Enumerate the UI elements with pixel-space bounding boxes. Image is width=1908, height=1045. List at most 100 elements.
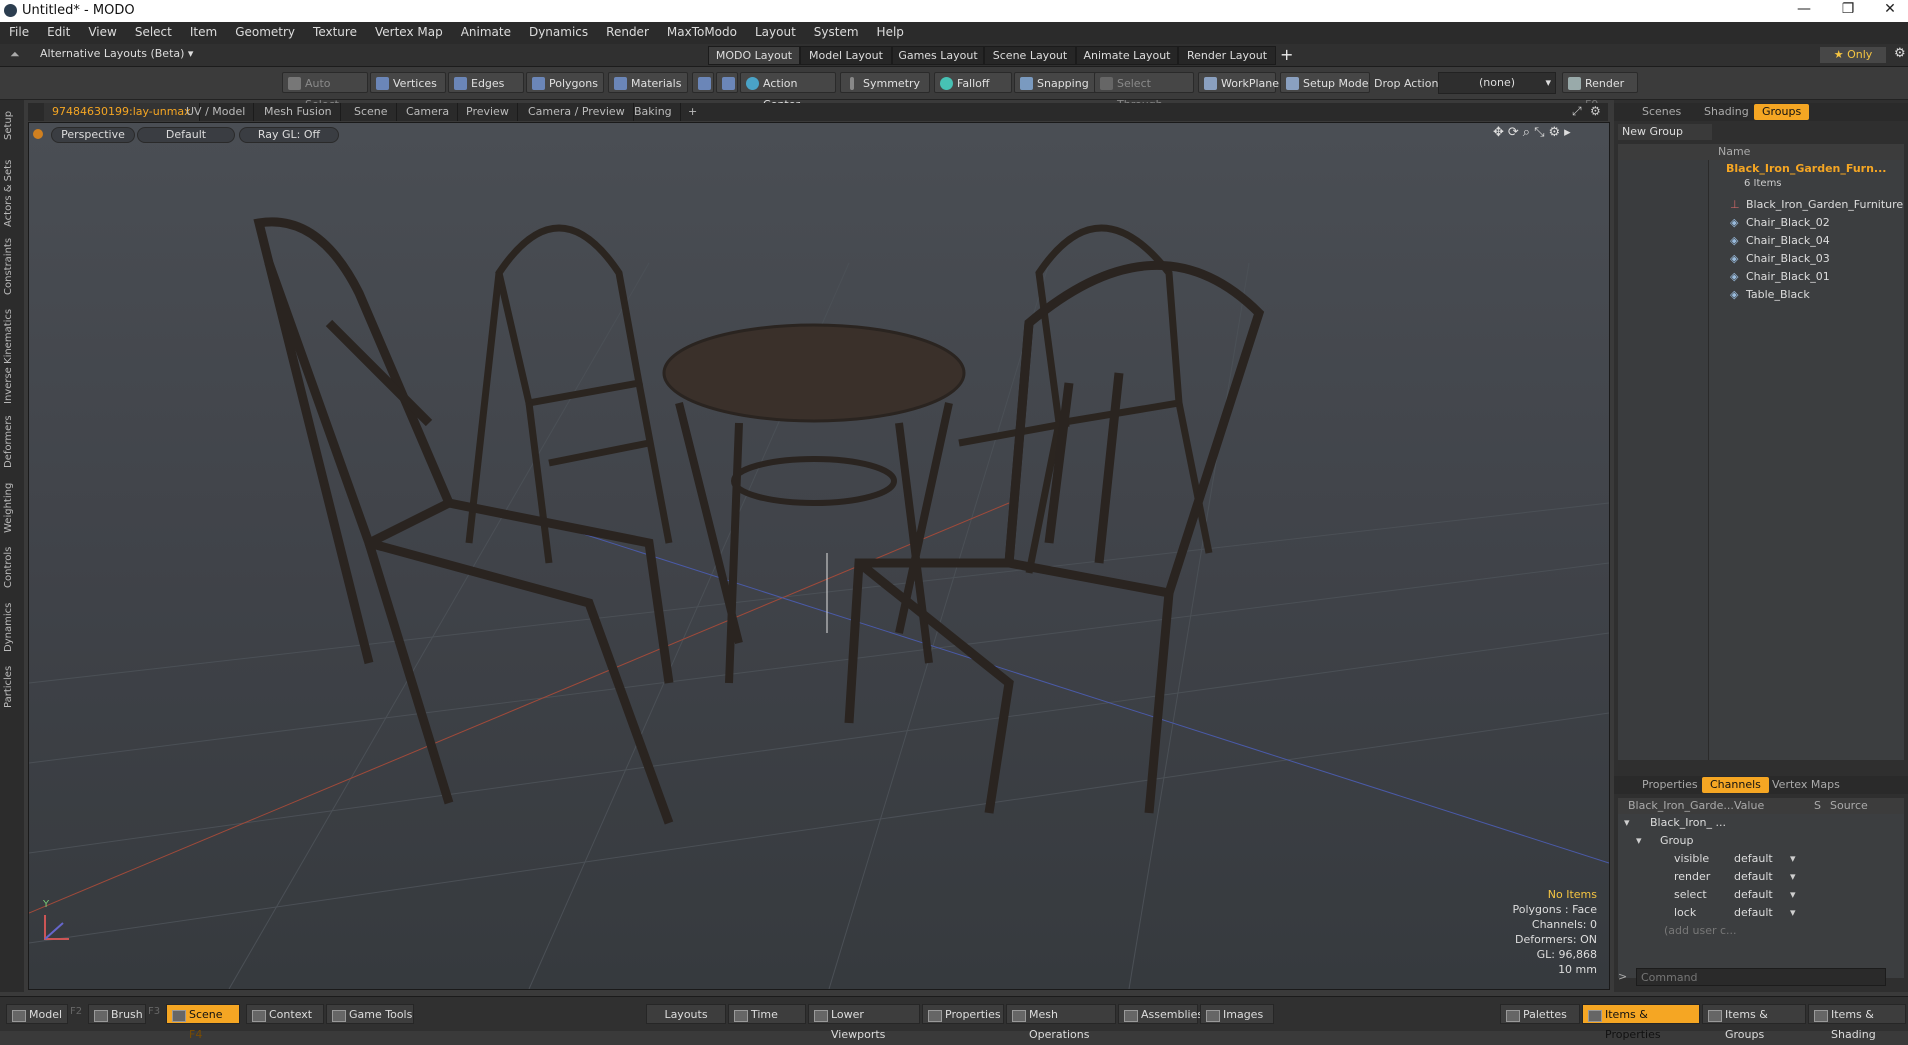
lower-viewports-button[interactable]: Lower Viewports — [808, 1004, 920, 1041]
layouts-button[interactable]: Layouts — [646, 1004, 726, 1024]
vtab-particles[interactable]: Particles — [3, 660, 21, 714]
tab-mesh-fusion[interactable]: Mesh Fusion — [256, 103, 341, 121]
render-button[interactable]: Render F9 — [1562, 72, 1638, 111]
auto-select-button[interactable]: Auto Select — [282, 72, 368, 111]
model-button[interactable]: Model — [6, 1004, 68, 1024]
command-input[interactable] — [1636, 968, 1886, 986]
maximize-viewport-icon[interactable]: ⤢ — [1572, 104, 1582, 119]
items-groups-button[interactable]: Items & Groups — [1702, 1004, 1806, 1041]
tab-camera[interactable]: Camera — [398, 103, 459, 121]
restore-icon[interactable]: ❐ — [1826, 1, 1870, 17]
menu-system[interactable]: System — [805, 22, 868, 39]
symmetry-button[interactable]: Symmetry — [840, 72, 930, 93]
tab-properties[interactable]: Properties — [1634, 777, 1706, 793]
tab-groups[interactable]: Groups — [1754, 104, 1810, 120]
add-viewport-tab-button[interactable]: + — [680, 103, 705, 121]
setup-mode-button[interactable]: Setup Mode — [1280, 72, 1370, 93]
tab-preview[interactable]: Preview — [458, 103, 518, 121]
time-button[interactable]: Time — [728, 1004, 806, 1024]
tab-vertex-maps[interactable]: Vertex Maps — [1764, 777, 1848, 793]
viewport-settings-icon[interactable]: ⚙ — [1590, 104, 1601, 118]
menu-maxtomodo[interactable]: MaxToModo — [658, 22, 746, 39]
list-item[interactable]: ◈ Chair_Black_01 — [1618, 268, 1908, 286]
menu-dynamics[interactable]: Dynamics — [520, 22, 597, 39]
workplane-button[interactable]: WorkPlane — [1198, 72, 1279, 93]
menu-texture[interactable]: Texture — [304, 22, 366, 39]
menu-render[interactable]: Render — [597, 22, 658, 39]
gear-icon[interactable]: ⚙ — [1894, 46, 1906, 61]
tab-scene[interactable]: Scene — [346, 103, 397, 121]
minimize-icon[interactable]: — — [1782, 1, 1826, 17]
tab-camera-preview[interactable]: Camera / Preview — [520, 103, 634, 121]
vertices-button[interactable]: Vertices — [370, 72, 446, 93]
vtab-constraints[interactable]: Constraints — [3, 236, 21, 296]
tab-shading[interactable]: Shading — [1696, 104, 1757, 120]
tab-model-layout[interactable]: Model Layout — [800, 46, 892, 65]
tab-uv-model[interactable]: UV / Model — [178, 103, 255, 121]
only-toggle[interactable]: ★ Only — [1820, 47, 1886, 63]
menu-help[interactable]: Help — [868, 22, 913, 39]
drop-action-select[interactable]: (none) ▾ — [1438, 72, 1556, 94]
chevron-down-icon[interactable]: ▾ — [1790, 886, 1796, 904]
select-through-button[interactable]: Select Through — [1094, 72, 1194, 111]
list-item[interactable]: ◈ Table_Black — [1618, 286, 1908, 304]
images-button[interactable]: Images — [1200, 1004, 1274, 1024]
alternative-layouts-dropdown[interactable]: Alternative Layouts (Beta) ▾ — [40, 47, 193, 60]
select-mode-alt-button[interactable] — [716, 72, 738, 93]
tab-animate-layout[interactable]: Animate Layout — [1076, 46, 1178, 65]
channel-row[interactable]: lock default ▾ — [1618, 904, 1908, 922]
list-item[interactable]: ◈ Chair_Black_03 — [1618, 250, 1908, 268]
tab-channels[interactable]: Channels — [1702, 777, 1769, 793]
tab-render-layout[interactable]: Render Layout — [1178, 46, 1276, 65]
channel-group-row[interactable]: ▾ Group — [1618, 832, 1908, 850]
properties-button[interactable]: Properties — [922, 1004, 1004, 1024]
tab-games-layout[interactable]: Games Layout — [892, 46, 984, 65]
vtab-dynamics[interactable]: Dynamics — [3, 600, 21, 654]
tab-scenes[interactable]: Scenes — [1634, 104, 1689, 120]
add-layout-button[interactable]: + — [1280, 45, 1293, 64]
menu-file[interactable]: File — [0, 22, 38, 39]
list-item[interactable]: ⊥ Black_Iron_Garden_Furniture — [1618, 196, 1908, 214]
add-user-channel-row[interactable]: (add user c... — [1618, 922, 1908, 940]
tab-baking[interactable]: Baking — [626, 103, 681, 121]
menu-geometry[interactable]: Geometry — [226, 22, 304, 39]
list-item[interactable]: ◈ Chair_Black_04 — [1618, 232, 1908, 250]
channel-row[interactable]: select default ▾ — [1618, 886, 1908, 904]
palettes-button[interactable]: Palettes — [1500, 1004, 1580, 1024]
group-name[interactable]: Black_Iron_Garden_Furn... — [1726, 162, 1886, 175]
close-icon[interactable]: ✕ — [1868, 1, 1908, 17]
channel-root-row[interactable]: ▾ Black_Iron_ ... — [1618, 814, 1908, 832]
list-item[interactable]: ◈ Chair_Black_02 — [1618, 214, 1908, 232]
game-tools-button[interactable]: Game Tools — [326, 1004, 414, 1024]
edges-button[interactable]: Edges — [448, 72, 524, 93]
falloff-button[interactable]: Falloff — [934, 72, 1012, 93]
menu-edit[interactable]: Edit — [38, 22, 79, 39]
menu-layout[interactable]: Layout — [746, 22, 805, 39]
menu-animate[interactable]: Animate — [452, 22, 520, 39]
brush-button[interactable]: Brush — [88, 1004, 146, 1024]
chevron-down-icon[interactable]: ▾ — [1790, 868, 1796, 886]
menu-select[interactable]: Select — [126, 22, 181, 39]
chevron-down-icon[interactable]: ▾ — [1790, 850, 1796, 868]
menu-vertex-map[interactable]: Vertex Map — [366, 22, 452, 39]
vtab-actors-sets[interactable]: Actors & Sets — [3, 158, 21, 228]
3d-viewport[interactable]: Perspective Default Ray GL: Off ✥⟳⌕⤡⚙▸ Y… — [28, 122, 1610, 990]
mesh-operations-button[interactable]: Mesh Operations — [1006, 1004, 1116, 1041]
tab-lay-unmax[interactable]: 97484630199:lay-unmax — [44, 103, 200, 121]
menu-view[interactable]: View — [79, 22, 125, 39]
new-group-button[interactable]: New Group — [1618, 124, 1712, 140]
vtab-weighting[interactable]: Weighting — [3, 480, 21, 536]
items-properties-button[interactable]: Items & Properties — [1582, 1004, 1700, 1041]
scene-button[interactable]: Scene F4 — [166, 1004, 240, 1041]
vtab-deformers[interactable]: Deformers — [3, 412, 21, 472]
items-shading-button[interactable]: Items & Shading — [1808, 1004, 1906, 1041]
vtab-inverse-kinematics[interactable]: Inverse Kinematics — [3, 306, 21, 406]
vtab-controls[interactable]: Controls — [3, 542, 21, 592]
polygons-button[interactable]: Polygons — [526, 72, 604, 93]
chevron-down-icon[interactable]: ▾ — [1790, 904, 1796, 922]
menu-item[interactable]: Item — [181, 22, 226, 39]
snapping-button[interactable]: Snapping — [1014, 72, 1098, 93]
tab-modo-layout[interactable]: MODO Layout — [708, 46, 800, 65]
context-button[interactable]: Context — [246, 1004, 324, 1024]
channel-row[interactable]: render default ▾ — [1618, 868, 1908, 886]
